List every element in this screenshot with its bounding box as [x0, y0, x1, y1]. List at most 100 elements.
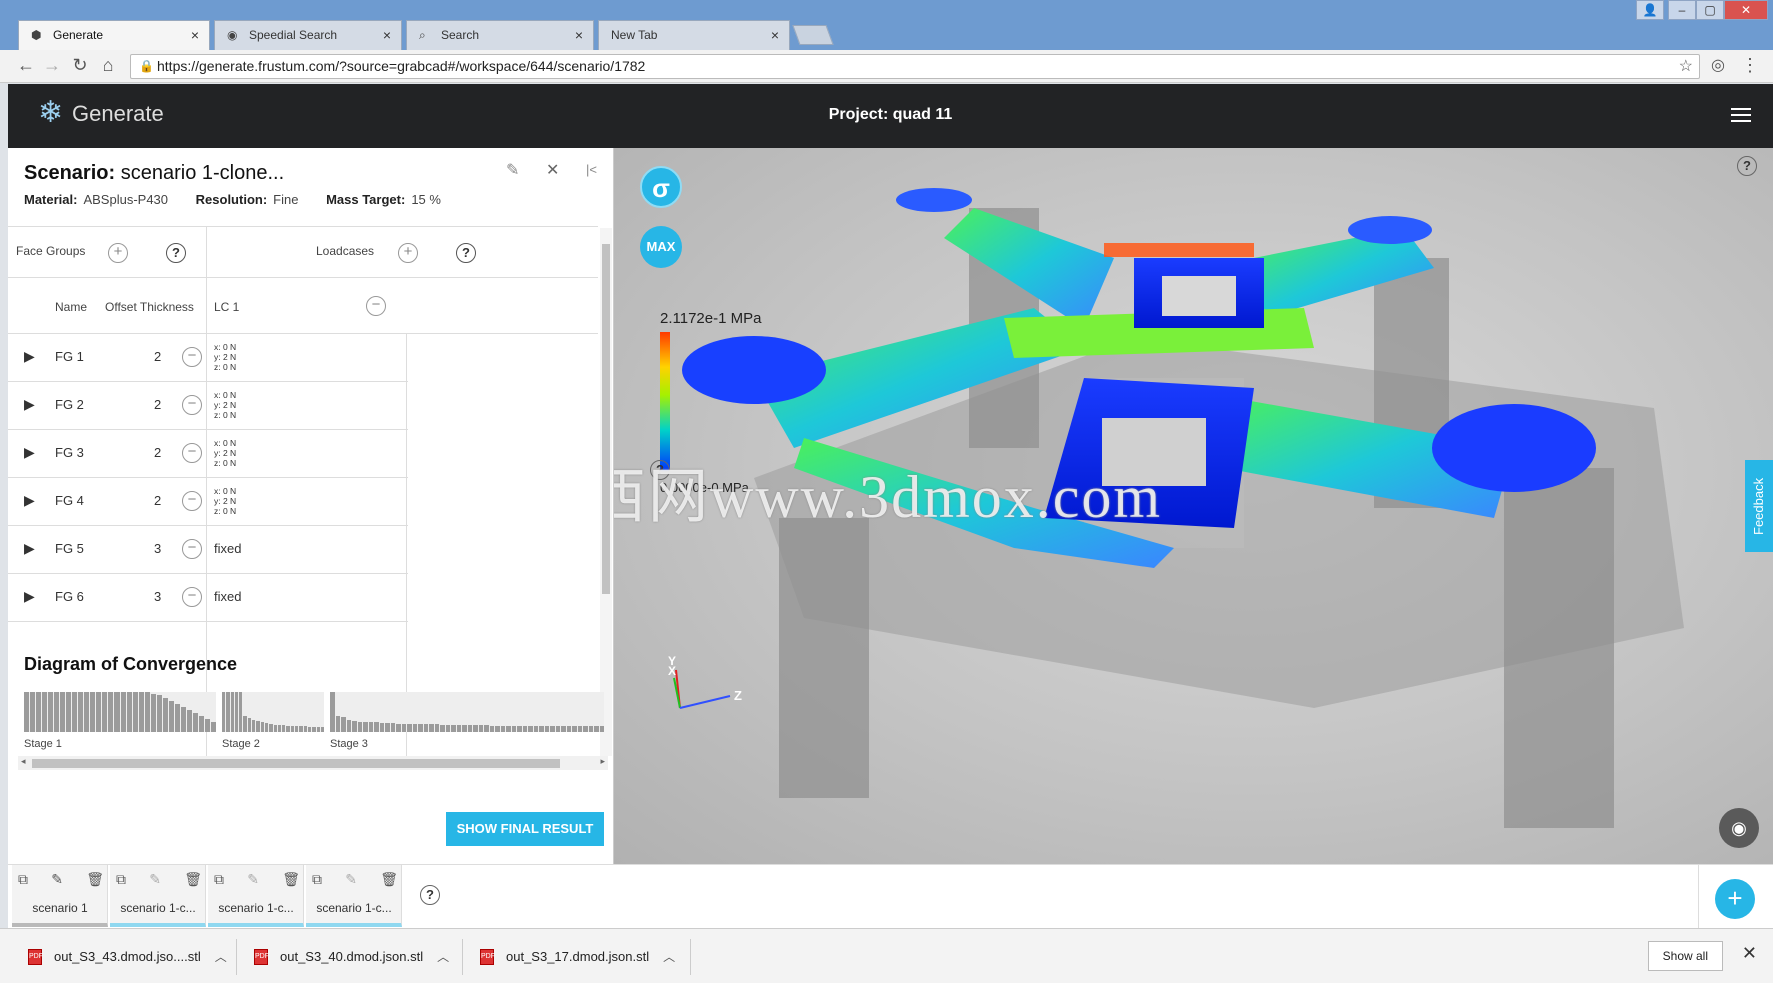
back-icon[interactable]: ←	[14, 55, 38, 76]
copy-icon[interactable]: ⧉	[18, 871, 28, 888]
table-row[interactable]: ▶ FG 3 2 − x: 0 Ny: 2 Nz: 0 N	[8, 430, 408, 478]
scenario-card[interactable]: ⧉ ✎ 🗑 scenario 1	[12, 865, 108, 927]
expand-icon[interactable]: ▶	[24, 492, 35, 509]
close-icon[interactable]: ✕	[546, 160, 559, 180]
scrollbar-thumb[interactable]	[32, 759, 560, 768]
window-close-icon[interactable]: ✕	[1724, 0, 1768, 20]
scroll-right-icon[interactable]: ▸	[600, 756, 605, 767]
close-icon[interactable]: ×	[383, 21, 391, 49]
forward-icon[interactable]: →	[40, 55, 64, 76]
expand-icon[interactable]: ▶	[24, 396, 35, 413]
show-all-button[interactable]: Show all	[1647, 941, 1723, 971]
expand-icon[interactable]: ▶	[24, 348, 35, 365]
row-thickness[interactable]: 2	[154, 397, 161, 412]
tab-speedial[interactable]: ◉ Speedial Search ×	[214, 20, 402, 50]
convergence-bar	[273, 724, 277, 732]
stress-sigma-button[interactable]: σ	[640, 166, 682, 208]
trash-icon[interactable]: 🗑	[86, 871, 104, 888]
collapse-icon[interactable]: |<	[586, 162, 597, 177]
remove-row-icon[interactable]: −	[182, 347, 202, 367]
download-item[interactable]: PDF out_S3_17.dmod.json.stl ︿	[474, 941, 675, 973]
table-row[interactable]: ▶ FG 1 2 − x: 0 Ny: 2 Nz: 0 N	[8, 334, 408, 382]
row-thickness[interactable]: 3	[154, 541, 161, 556]
table-scrollbar[interactable]	[600, 228, 612, 756]
chevron-up-icon[interactable]: ︿	[215, 950, 227, 964]
remove-row-icon[interactable]: −	[182, 539, 202, 559]
convergence-bar	[24, 692, 30, 732]
close-icon[interactable]: ✕	[1742, 943, 1757, 964]
trash-icon[interactable]: 🗑	[184, 871, 202, 888]
chevron-up-icon[interactable]: ︿	[663, 950, 675, 964]
stage-label: Stage 1	[24, 738, 62, 750]
3d-viewport[interactable]: σ MAX 2.1172e-1 MPa 0.0000e-0 MPa ? ? 莫西…	[614, 148, 1773, 864]
row-thickness[interactable]: 2	[154, 493, 161, 508]
scroll-left-icon[interactable]: ◂	[21, 756, 26, 767]
pencil-icon[interactable]: ✎	[51, 871, 63, 888]
copy-icon[interactable]: ⧉	[312, 871, 322, 888]
pencil-icon[interactable]: ✎	[247, 871, 259, 888]
close-icon[interactable]: ×	[575, 21, 583, 49]
table-row[interactable]: ▶ FG 2 2 − x: 0 Ny: 2 Nz: 0 N	[8, 382, 408, 430]
convergence-bar	[239, 692, 243, 732]
row-thickness[interactable]: 3	[154, 589, 161, 604]
tab-new-tab[interactable]: New Tab ×	[598, 20, 790, 50]
help-icon[interactable]: ?	[1737, 156, 1757, 176]
scenario-card[interactable]: ⧉ ✎ 🗑 scenario 1-c...	[110, 865, 206, 927]
bookmark-star-icon[interactable]: ☆	[1679, 55, 1693, 78]
remove-row-icon[interactable]: −	[182, 395, 202, 415]
user-icon[interactable]: 👤	[1636, 0, 1664, 20]
remove-row-icon[interactable]: −	[182, 443, 202, 463]
download-item[interactable]: PDF out_S3_43.dmod.jso....stl ︿	[22, 941, 227, 973]
help-icon[interactable]: ?	[456, 243, 476, 263]
convergence-bar	[473, 725, 478, 732]
chevron-up-icon[interactable]: ︿	[437, 950, 449, 964]
minimize-icon[interactable]: –	[1668, 0, 1696, 20]
add-scenario-button[interactable]: +	[1715, 879, 1755, 919]
max-button[interactable]: MAX	[640, 226, 682, 268]
row-thickness[interactable]: 2	[154, 349, 161, 364]
tab-generate[interactable]: ⬢ Generate ×	[18, 20, 210, 50]
expand-icon[interactable]: ▶	[24, 540, 35, 557]
help-icon[interactable]: ?	[420, 885, 440, 905]
expand-icon[interactable]: ▶	[24, 444, 35, 461]
home-icon[interactable]: ⌂	[96, 55, 120, 76]
pencil-icon[interactable]: ✎	[506, 160, 519, 180]
expand-icon[interactable]: ▶	[24, 588, 35, 605]
help-icon[interactable]: ?	[166, 243, 186, 263]
convergence-bar	[418, 724, 423, 732]
menu-dots-icon[interactable]: ⋮	[1738, 55, 1762, 76]
remove-row-icon[interactable]: −	[182, 491, 202, 511]
table-row[interactable]: ▶ FG 4 2 − x: 0 Ny: 2 Nz: 0 N	[8, 478, 408, 526]
pencil-icon[interactable]: ✎	[345, 871, 357, 888]
copy-icon[interactable]: ⧉	[116, 871, 126, 888]
remove-row-icon[interactable]: −	[182, 587, 202, 607]
hamburger-menu-icon[interactable]	[1731, 108, 1751, 122]
feedback-tab[interactable]: Feedback	[1745, 460, 1773, 552]
eye-icon[interactable]: ◉	[1719, 808, 1759, 848]
convergence-bar	[451, 724, 456, 732]
table-row[interactable]: ▶ FG 6 3 − fixed	[8, 574, 408, 622]
show-final-result-button[interactable]: SHOW FINAL RESULT	[446, 812, 604, 846]
scrollbar-thumb[interactable]	[602, 244, 610, 594]
new-tab-button[interactable]	[792, 25, 834, 45]
extension-icon[interactable]: ◎	[1706, 55, 1730, 75]
table-row[interactable]: ▶ FG 5 3 − fixed	[8, 526, 408, 574]
scenario-card[interactable]: ⧉ ✎ 🗑 scenario 1-c...	[306, 865, 402, 927]
pencil-icon[interactable]: ✎	[149, 871, 161, 888]
convergence-scrollbar[interactable]: ◂ ▸	[18, 756, 608, 770]
address-bar[interactable]: 🔒 https://generate.frustum.com/?source=g…	[130, 54, 1700, 79]
close-icon[interactable]: ×	[191, 21, 199, 49]
scenario-card[interactable]: ⧉ ✎ 🗑 scenario 1-c...	[208, 865, 304, 927]
download-item[interactable]: PDF out_S3_40.dmod.json.stl ︿	[248, 941, 449, 973]
reload-icon[interactable]: ↻	[68, 55, 92, 76]
add-face-group-icon[interactable]: +	[108, 243, 128, 263]
tab-search[interactable]: ⌕ Search ×	[406, 20, 594, 50]
close-icon[interactable]: ×	[771, 21, 779, 49]
row-thickness[interactable]: 2	[154, 445, 161, 460]
remove-loadcase-icon[interactable]: −	[366, 296, 386, 316]
maximize-icon[interactable]: ▢	[1696, 0, 1724, 20]
trash-icon[interactable]: 🗑	[282, 871, 300, 888]
trash-icon[interactable]: 🗑	[380, 871, 398, 888]
copy-icon[interactable]: ⧉	[214, 871, 224, 888]
add-loadcase-icon[interactable]: +	[398, 243, 418, 263]
